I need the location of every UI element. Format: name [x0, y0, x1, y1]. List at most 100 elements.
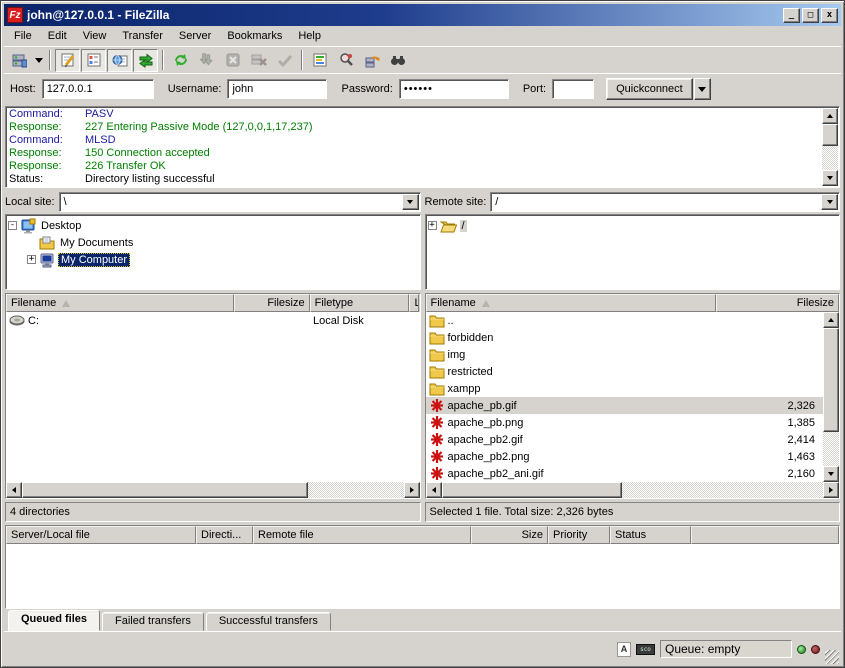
tab-failed-transfers[interactable]: Failed transfers — [102, 612, 204, 631]
remote-site-dropdown[interactable] — [821, 194, 838, 210]
username-input[interactable] — [227, 79, 327, 99]
scroll-down-button[interactable] — [823, 466, 839, 482]
quickconnect-dropdown[interactable] — [694, 78, 711, 100]
local-file-row[interactable]: C: Local Disk — [6, 312, 420, 329]
quickconnect-button[interactable]: Quickconnect — [606, 78, 693, 100]
remote-tree[interactable]: + / — [425, 214, 841, 290]
local-tree[interactable]: - Desktop My Documents + — [5, 214, 421, 290]
minimize-button[interactable]: _ — [783, 8, 800, 23]
activity-led-green-icon — [797, 645, 806, 654]
column-remote-file[interactable]: Remote file — [253, 526, 471, 544]
column-size[interactable]: Size — [471, 526, 548, 544]
scroll-down-button[interactable] — [822, 170, 838, 186]
site-manager-dropdown[interactable] — [32, 49, 45, 72]
host-input[interactable] — [42, 79, 154, 99]
local-tree-icon — [86, 52, 102, 68]
column-priority[interactable]: Priority — [548, 526, 610, 544]
scrollbar-thumb[interactable] — [22, 482, 308, 498]
toggle-local-tree-button[interactable] — [81, 49, 106, 72]
transfer-type-indicator-icon[interactable]: A — [617, 642, 631, 657]
compare-directories-button[interactable] — [385, 49, 410, 72]
tree-item-my-documents[interactable]: My Documents — [8, 234, 418, 251]
remote-site-combo[interactable]: / — [490, 192, 840, 212]
remote-site-bar: Remote site: / — [425, 191, 841, 213]
menu-view[interactable]: View — [75, 28, 115, 44]
close-button[interactable]: x — [821, 8, 838, 23]
tab-successful-transfers[interactable]: Successful transfers — [206, 612, 331, 631]
remote-list-body[interactable]: .. forbidden img — [426, 312, 824, 482]
scroll-left-button[interactable] — [426, 482, 442, 498]
remote-dir-row[interactable]: restricted — [426, 363, 824, 380]
reconnect-button[interactable] — [272, 49, 297, 72]
column-truncated[interactable]: L — [409, 294, 419, 312]
remote-list-header: Filename Filesize — [426, 294, 840, 312]
titlebar[interactable]: Fz john@127.0.0.1 - FileZilla _ □ x — [4, 4, 841, 26]
local-horizontal-scrollbar[interactable] — [6, 482, 420, 498]
local-site-combo[interactable]: \ — [59, 192, 421, 212]
cancel-operation-button[interactable] — [220, 49, 245, 72]
remote-dir-row[interactable]: .. — [426, 312, 824, 329]
expand-icon[interactable]: + — [27, 255, 36, 264]
column-filename[interactable]: Filename — [426, 294, 716, 312]
toggle-remote-tree-button[interactable] — [107, 49, 132, 72]
site-manager-button[interactable] — [6, 49, 31, 72]
column-status[interactable]: Status — [610, 526, 691, 544]
resize-grip[interactable] — [825, 650, 839, 664]
remote-vertical-scrollbar[interactable] — [823, 312, 839, 482]
tree-item-my-computer[interactable]: + My Computer — [8, 251, 418, 268]
scroll-right-button[interactable] — [404, 482, 420, 498]
remote-dir-row[interactable]: xampp — [426, 380, 824, 397]
remote-dir-row[interactable]: img — [426, 346, 824, 363]
scrollbar-thumb[interactable] — [823, 328, 839, 432]
toggle-message-log-button[interactable] — [55, 49, 80, 72]
menu-edit[interactable]: Edit — [40, 28, 75, 44]
toolbar-separator — [162, 50, 164, 70]
local-site-dropdown[interactable] — [402, 194, 419, 210]
menu-transfer[interactable]: Transfer — [114, 28, 171, 44]
column-filetype[interactable]: Filetype — [310, 294, 410, 312]
remote-file-row[interactable]: apache_pb2.gif 2,414 — [426, 431, 824, 448]
column-filename[interactable]: Filename — [6, 294, 234, 312]
selected-tree-label[interactable]: My Computer — [58, 253, 130, 267]
filter-button[interactable] — [307, 49, 332, 72]
local-list-body[interactable]: C: Local Disk — [6, 312, 420, 482]
password-input[interactable] — [399, 79, 509, 99]
tree-item-root[interactable]: + / — [428, 217, 838, 234]
column-filesize[interactable]: Filesize — [716, 294, 840, 312]
menu-help[interactable]: Help — [290, 28, 329, 44]
toggle-transfer-queue-button[interactable] — [133, 49, 158, 72]
scroll-up-button[interactable] — [823, 312, 839, 328]
scroll-up-button[interactable] — [822, 108, 838, 124]
menu-bookmarks[interactable]: Bookmarks — [219, 28, 290, 44]
remote-horizontal-scrollbar[interactable] — [426, 482, 840, 498]
remote-file-row[interactable]: apache_pb.png 1,385 — [426, 414, 824, 431]
scroll-left-button[interactable] — [6, 482, 22, 498]
remote-file-row-selected[interactable]: apache_pb.gif 2,326 — [426, 397, 824, 414]
tree-item-desktop[interactable]: - Desktop — [8, 217, 418, 234]
refresh-button[interactable] — [168, 49, 193, 72]
message-log[interactable]: Command:PASV Response:227 Entering Passi… — [5, 106, 840, 188]
log-vertical-scrollbar[interactable] — [822, 108, 838, 186]
maximize-button[interactable]: □ — [802, 8, 819, 23]
expand-icon[interactable]: + — [428, 221, 437, 230]
remote-file-row[interactable]: apache_pb2.png 1,463 — [426, 448, 824, 465]
port-input[interactable] — [552, 79, 594, 99]
scrollbar-thumb[interactable] — [442, 482, 622, 498]
process-queue-button[interactable] — [194, 49, 219, 72]
column-direction[interactable]: Directi... — [196, 526, 253, 544]
remote-dir-row[interactable]: forbidden — [426, 329, 824, 346]
encryption-indicator-icon[interactable]: sco — [636, 644, 655, 655]
menu-server[interactable]: Server — [171, 28, 219, 44]
collapse-icon[interactable]: - — [8, 221, 17, 230]
queue-body[interactable] — [6, 544, 839, 608]
menu-file[interactable]: File — [6, 28, 40, 44]
scroll-right-button[interactable] — [823, 482, 839, 498]
find-files-button[interactable] — [333, 49, 358, 72]
disconnect-button[interactable] — [246, 49, 271, 72]
column-filesize[interactable]: Filesize — [234, 294, 310, 312]
synchronized-browsing-button[interactable] — [359, 49, 384, 72]
remote-file-row[interactable]: apache_pb2_ani.gif 2,160 — [426, 465, 824, 482]
tab-queued-files[interactable]: Queued files — [8, 610, 100, 631]
scrollbar-thumb[interactable] — [822, 124, 838, 146]
column-server-local-file[interactable]: Server/Local file — [6, 526, 196, 544]
